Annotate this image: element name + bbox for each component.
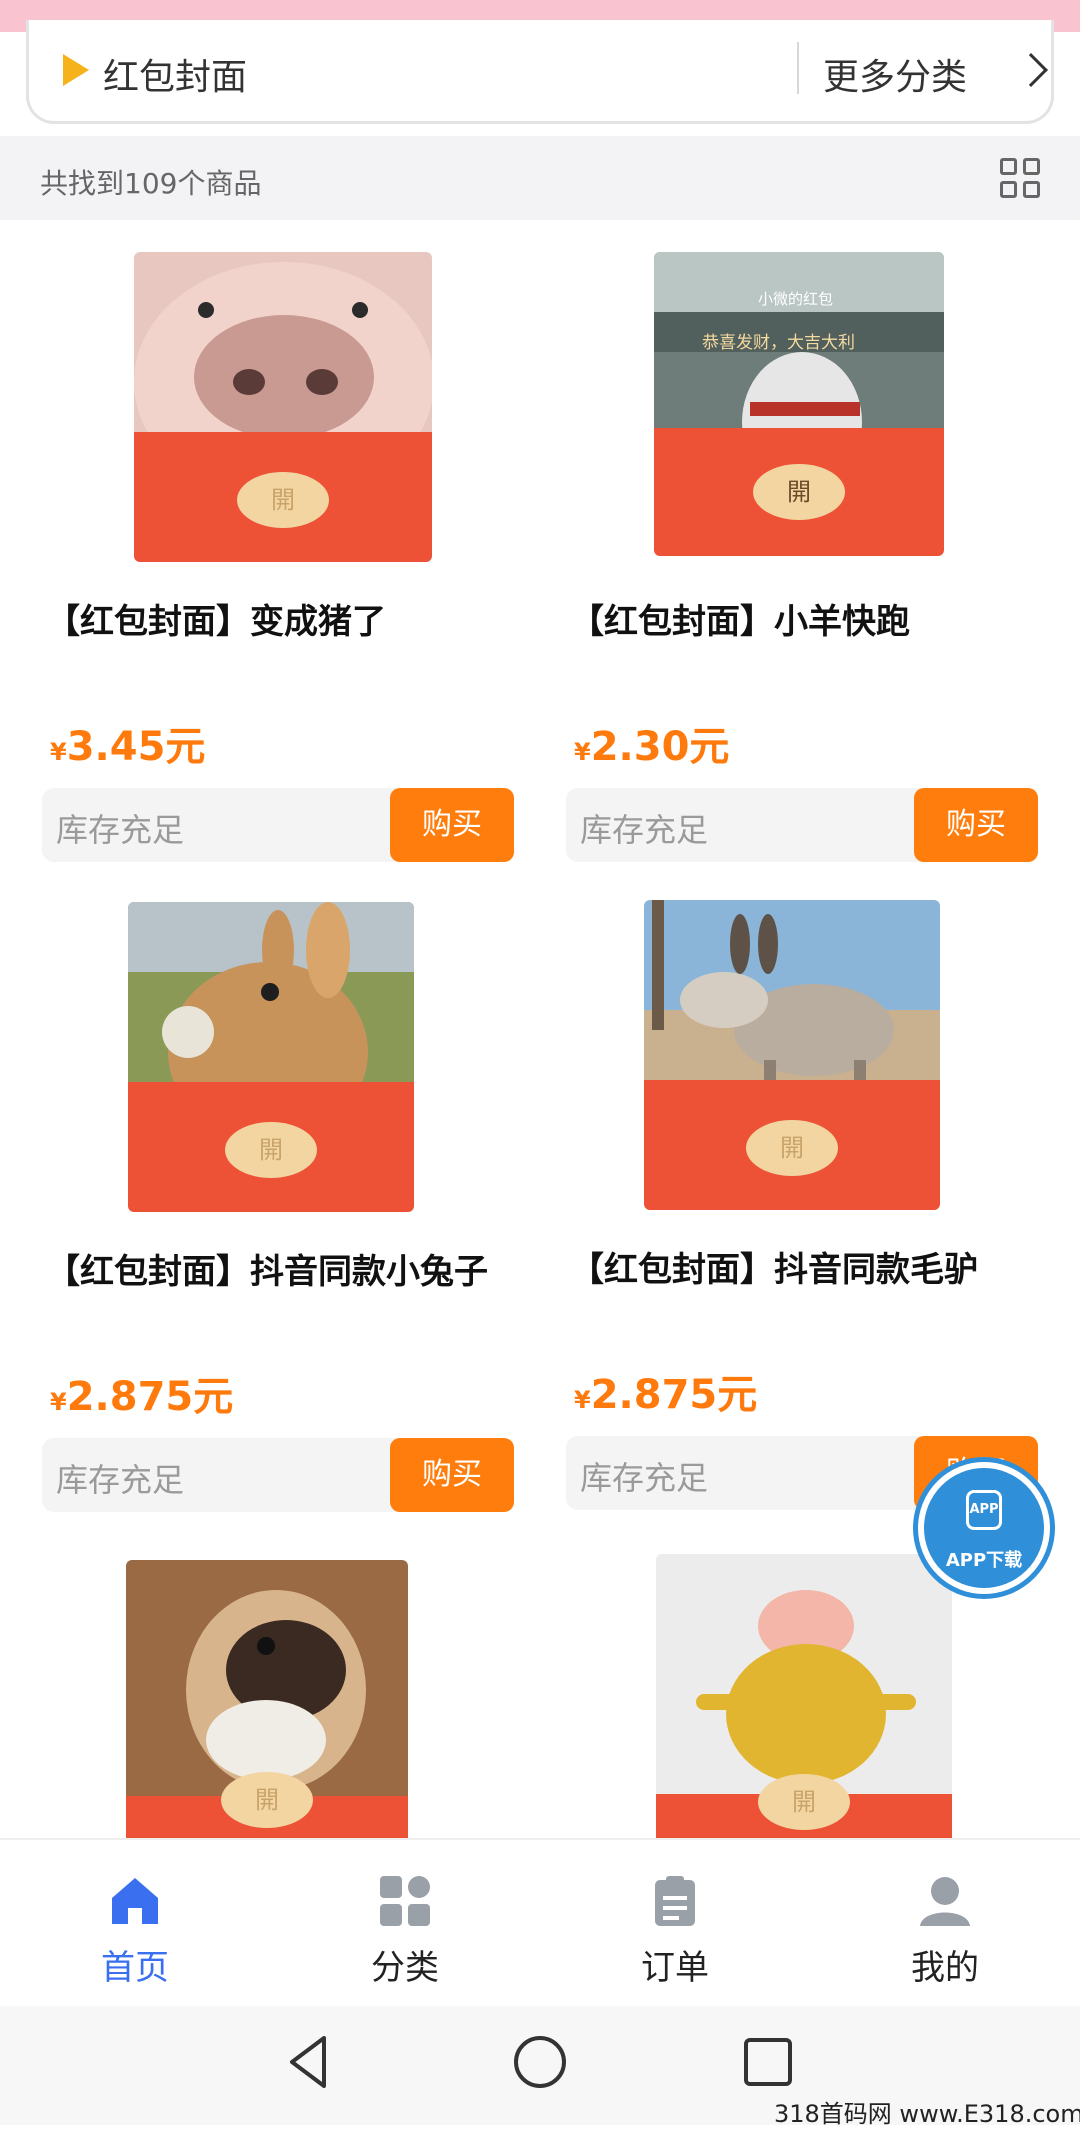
buy-button[interactable]: 购买 xyxy=(390,1438,514,1512)
buy-button[interactable]: 购买 xyxy=(914,788,1038,862)
tab-label: 首页 xyxy=(101,1948,169,1988)
product-price: ¥3.45元 xyxy=(50,724,206,770)
home-nav-icon[interactable] xyxy=(510,2032,570,2092)
product-card[interactable]: 開 【红包封面】抖音同款毛驴 ¥2.875元 库存充足 购买 xyxy=(558,900,1048,1540)
overlay-text: 恭喜发财，大吉大利 xyxy=(702,333,855,353)
buy-button[interactable]: 购买 xyxy=(390,788,514,862)
product-price: ¥2.875元 xyxy=(574,1372,758,1418)
profile-icon xyxy=(920,1877,970,1926)
product-image[interactable]: 開 xyxy=(126,1560,408,1840)
product-image[interactable]: 開 xyxy=(656,1554,952,1840)
app-icon: APP xyxy=(966,1490,1002,1530)
stock-box: 库存充足 购买 xyxy=(566,788,1038,862)
results-count: 共找到109个商品 xyxy=(40,167,262,200)
bottom-tab-bar: 首页 分类 订单 我的 xyxy=(0,1838,1080,2006)
recents-icon[interactable] xyxy=(738,2032,798,2092)
tab-label: 我的 xyxy=(911,1948,979,1988)
app-download-button[interactable]: APP APP下载 xyxy=(918,1462,1050,1594)
overlay-text: 小微的红包 xyxy=(758,290,834,308)
home-icon xyxy=(112,1878,158,1924)
open-seal: 開 xyxy=(237,472,329,528)
stock-status: 库存充足 xyxy=(56,811,185,849)
product-title[interactable]: 【红包封面】变成猪了 xyxy=(46,594,386,643)
stock-status: 库存充足 xyxy=(56,1461,185,1499)
stock-status: 库存充足 xyxy=(580,811,709,849)
results-bar: 共找到109个商品 xyxy=(0,136,1080,220)
app-download-label: APP下载 xyxy=(945,1550,1023,1571)
order-icon xyxy=(655,1876,695,1926)
stock-box: 库存充足 购买 xyxy=(42,1438,514,1512)
product-title[interactable]: 【红包封面】抖音同款毛驴 xyxy=(570,1242,978,1291)
product-price: ¥2.30元 xyxy=(574,724,730,770)
category-icon xyxy=(380,1876,430,1926)
product-card[interactable]: 開 xyxy=(558,1554,1048,1840)
product-title[interactable]: 【红包封面】小羊快跑 xyxy=(570,594,910,643)
category-title: 红包封面 xyxy=(103,57,248,98)
product-image[interactable]: 開 xyxy=(644,900,940,1210)
watermark: 318首码网 www.E318.com xyxy=(774,2100,1080,2128)
system-nav-bar: 318首码网 www.E318.com xyxy=(0,2006,1080,2128)
product-title[interactable]: 【红包封面】抖音同款小兔子 xyxy=(46,1244,488,1293)
product-price: ¥2.875元 xyxy=(50,1374,234,1420)
tab-category[interactable]: 分类 xyxy=(270,1840,540,2008)
chevron-right-icon[interactable] xyxy=(1014,53,1048,87)
tab-home[interactable]: 首页 xyxy=(0,1840,270,2008)
product-image[interactable]: 開 xyxy=(128,902,414,1212)
back-icon[interactable] xyxy=(280,2032,340,2092)
gold-pig-photo xyxy=(656,1554,952,1794)
product-image[interactable]: 開 xyxy=(134,252,432,562)
play-icon xyxy=(63,54,89,86)
divider xyxy=(797,42,799,94)
product-image[interactable]: 小微的红包 恭喜发财，大吉大利 開 xyxy=(654,252,944,556)
tab-label: 订单 xyxy=(641,1948,709,1988)
tab-profile[interactable]: 我的 xyxy=(810,1840,1080,2008)
pug-photo xyxy=(126,1560,408,1800)
product-card[interactable]: 開 xyxy=(34,1560,524,1840)
product-card[interactable]: 開 【红包封面】变成猪了 ¥3.45元 库存充足 购买 xyxy=(34,252,524,892)
category-bar: 红包封面 更多分类 xyxy=(26,20,1054,124)
stock-box: 库存充足 购买 xyxy=(42,788,514,862)
tab-order[interactable]: 订单 xyxy=(540,1840,810,2008)
open-seal: 開 xyxy=(221,1772,313,1828)
grid-view-icon[interactable] xyxy=(1000,158,1042,200)
stock-status: 库存充足 xyxy=(580,1459,709,1497)
open-seal: 開 xyxy=(746,1120,838,1176)
open-seal: 開 xyxy=(753,464,845,520)
tab-label: 分类 xyxy=(371,1948,439,1988)
open-seal: 開 xyxy=(758,1774,850,1830)
open-seal: 開 xyxy=(225,1122,317,1178)
more-categories-button[interactable]: 更多分类 xyxy=(823,48,967,100)
product-card[interactable]: 小微的红包 恭喜发财，大吉大利 開 【红包封面】小羊快跑 ¥2.30元 库存充足… xyxy=(558,252,1048,892)
product-card[interactable]: 開 【红包封面】抖音同款小兔子 ¥2.875元 库存充足 购买 xyxy=(34,902,524,1542)
